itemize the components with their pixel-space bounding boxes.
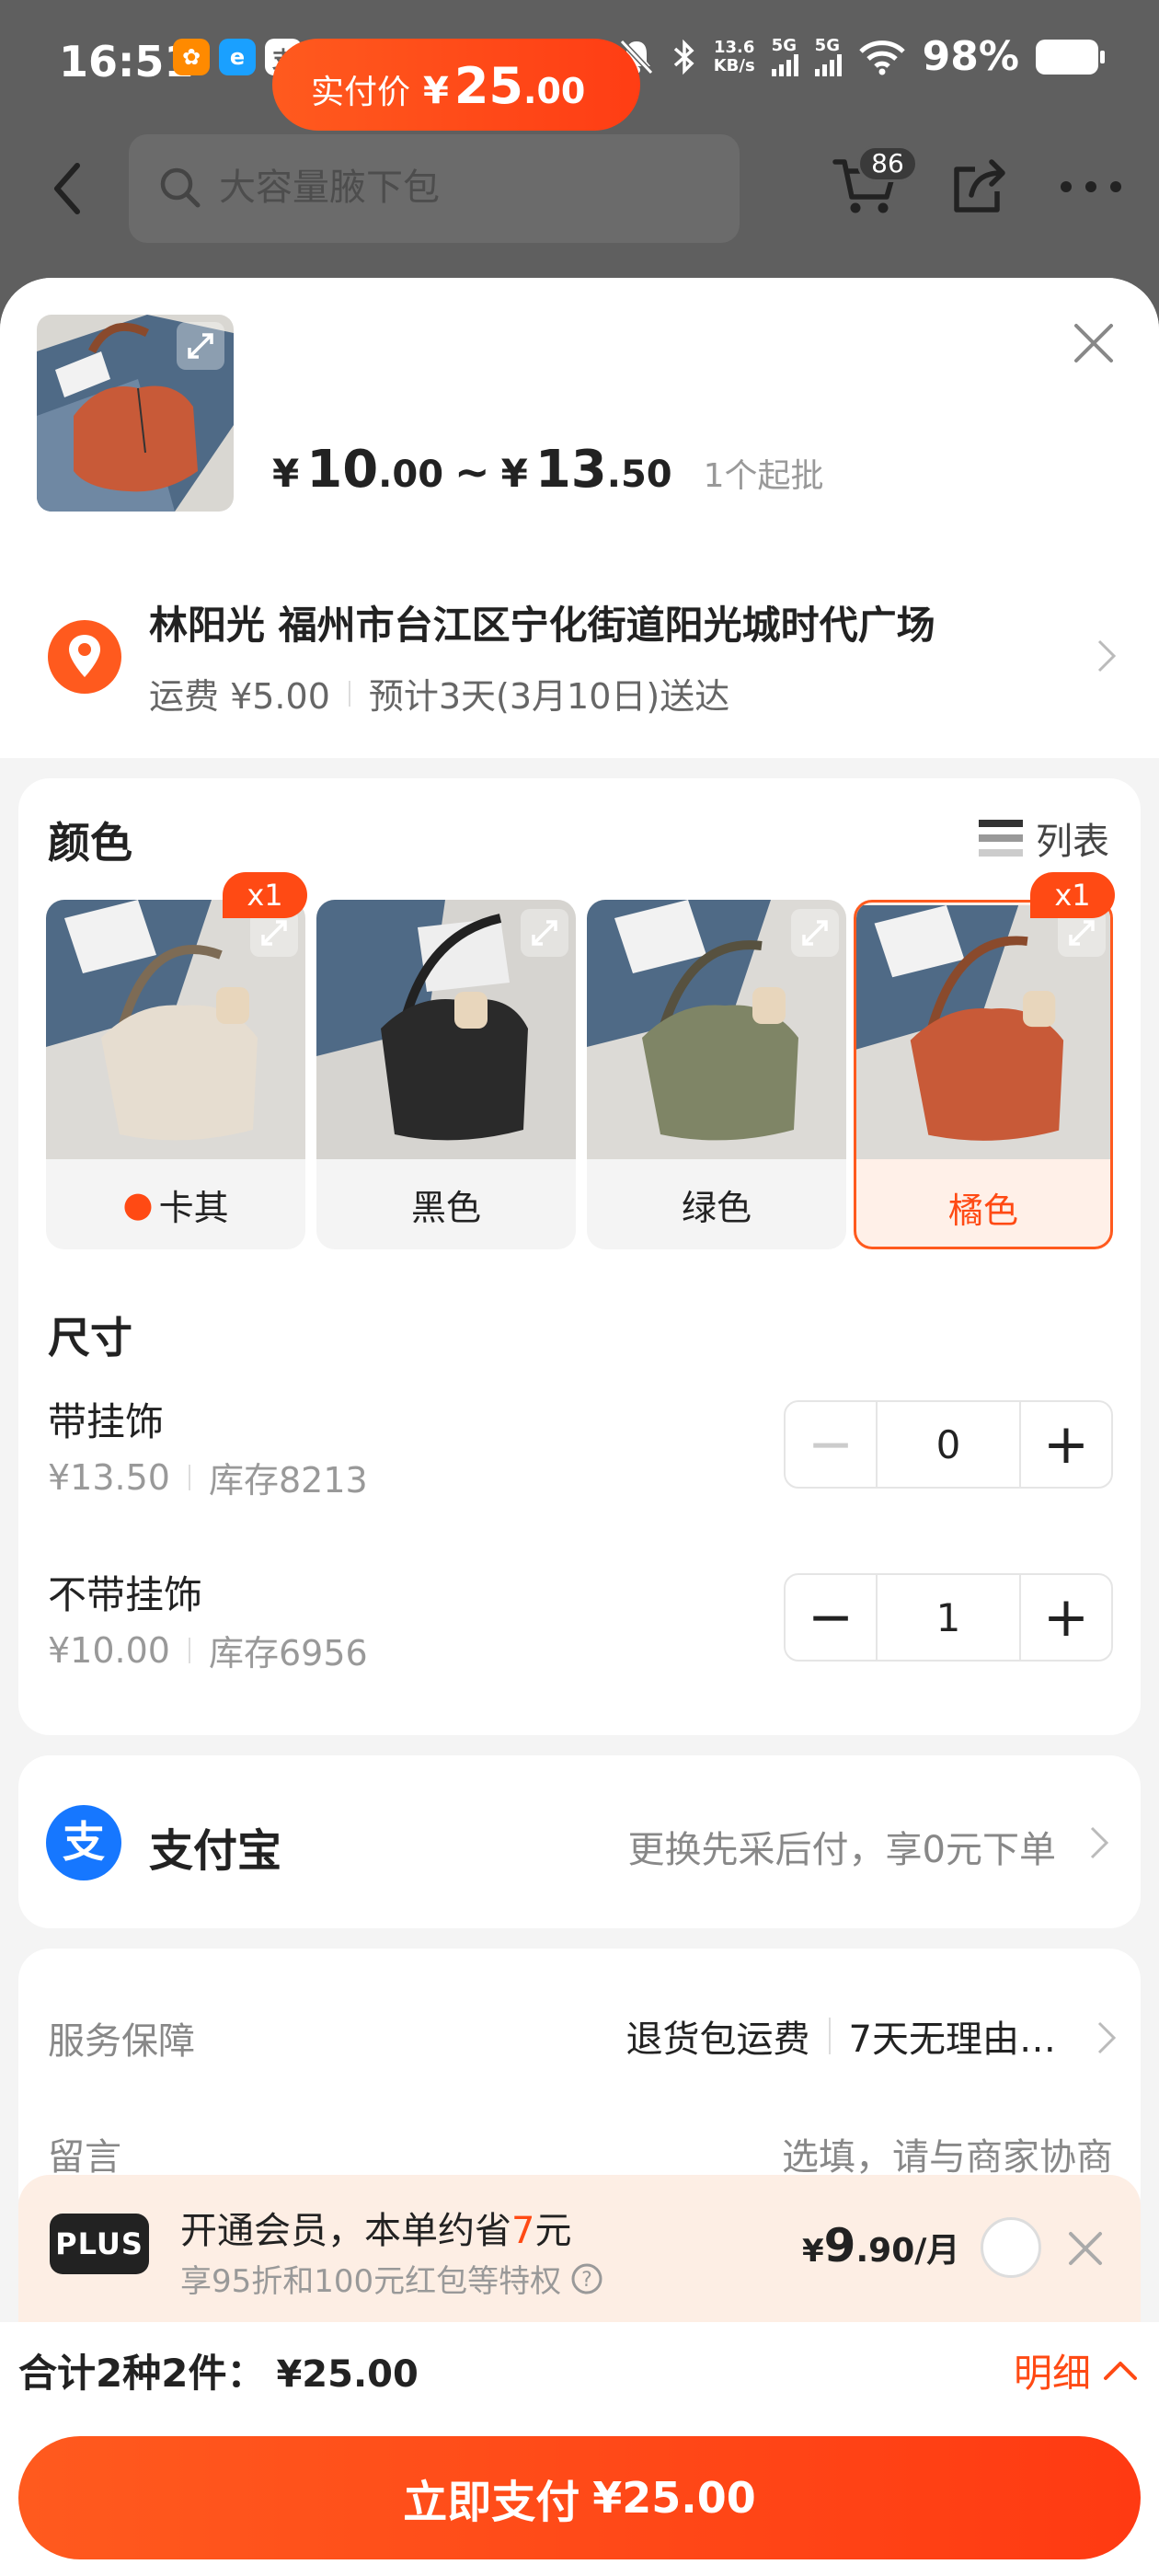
actual-price-pill: 实付价 ¥ 25 .00 [272,39,640,131]
search-icon [160,167,201,208]
color-label: 黑色 [410,1187,481,1228]
plus-title: 开通会员，本单约省7元 [180,2210,572,2252]
divider [188,1464,190,1490]
payment-method: 支付宝 [149,1825,282,1877]
price-range: ¥ 10 .00 ~ ¥ 13 .50 1个起批 [272,440,824,500]
back-arrow-icon[interactable] [46,156,92,221]
size-stock: 库存6956 [208,1633,368,1673]
increment-button[interactable]: + [1021,1575,1111,1660]
bluetooth-icon [673,39,694,75]
color-label: ● 卡其 [122,1184,229,1228]
size-name: 带挂饰 [48,1399,165,1444]
decrement-button[interactable]: − [786,1402,876,1487]
plus-subtitle: 享95折和100元红包等特权 ? [180,2256,603,2301]
close-icon[interactable] [1067,2230,1104,2267]
battery-percent: 98% [922,33,1019,80]
size-price: ¥10.00 [48,1629,170,1671]
chevron-right-icon [1090,1826,1109,1859]
cart-count-badge: 86 [857,145,918,182]
location-pin-icon [48,620,121,694]
list-view-toggle[interactable]: 列表 [979,811,1109,865]
plus-price: ¥ 9 .90/月 [802,2219,960,2272]
shipping-info: 运费 ¥5.00 预计3天(3月10日)送达 [149,668,729,719]
quantity-value[interactable]: 0 [876,1402,1021,1487]
size-name: 不带挂饰 [48,1572,203,1617]
address-name: 林阳光 福州市台江区宁化街道阳光城时代广场 [149,603,935,648]
taobao-shop-icon: ✿ [173,39,210,75]
size-meta: ¥10.00 库存6956 [48,1625,368,1675]
close-icon[interactable] [1073,322,1115,364]
address-card[interactable] [0,550,1159,758]
message-label: 留言 [48,2136,121,2179]
fire-icon: ● [122,1184,154,1225]
net-speed: 13.6 KB/s [713,37,755,75]
svg-text:支: 支 [63,1817,105,1867]
service-values[interactable]: 退货包运费 7天无理由… [626,2009,1056,2063]
selected-count-badge: x1 [1030,872,1115,918]
decrement-button[interactable]: − [786,1575,876,1660]
size-stock: 库存8213 [208,1460,368,1501]
alipay-app-icon: e [219,39,256,75]
help-icon[interactable]: ? [570,2262,603,2295]
share-icon[interactable] [951,156,1008,215]
sim1-signal: 5G [771,37,798,76]
plus-select-radio[interactable] [981,2217,1041,2278]
divider [188,1637,190,1663]
color-title: 颜色 [48,818,132,868]
chevron-right-icon [1097,2021,1117,2054]
selected-count-badge: x1 [223,872,307,918]
status-right: 13.6 KB/s 5G 5G 98% [618,33,1105,80]
chevron-up-icon [1104,2361,1138,2380]
pay-now-button[interactable]: 立即支付 ¥25.00 [18,2436,1141,2559]
sim2-signal: 5G [814,37,842,76]
order-total: 合计2种2件： ¥25.00 [18,2351,419,2396]
wifi-icon [858,40,905,75]
expand-icon[interactable] [177,322,224,370]
increment-button[interactable]: + [1021,1402,1111,1487]
size-price: ¥13.50 [48,1456,170,1498]
size-meta: ¥13.50 库存8213 [48,1452,368,1502]
battery-icon [1036,39,1105,75]
divider [348,680,350,707]
alipay-icon: 支 [46,1805,121,1880]
divider [828,2018,831,2054]
list-icon [979,820,1023,857]
expand-icon[interactable] [791,909,839,957]
more-dots-icon[interactable] [1060,180,1122,193]
service-label: 服务保障 [48,2020,195,2063]
message-input[interactable]: 选填，请与商家协商 [782,2127,1113,2180]
plus-badge: PLUS [50,2214,149,2274]
detail-toggle[interactable]: 明细 [1014,2342,1139,2398]
chevron-right-icon [1097,639,1117,673]
shipping-fee: 运费 ¥5.00 [149,676,330,717]
svg-text:?: ? [581,2269,592,2292]
color-label: 橘色 [947,1190,1018,1231]
payment-hint[interactable]: 更换先采后付，享0元下单 [628,1820,1056,1873]
size-title: 尺寸 [48,1313,132,1363]
search-placeholder: 大容量腋下包 [219,167,440,209]
signal-bars-icon [771,53,798,76]
quantity-value[interactable]: 1 [876,1575,1021,1660]
delivery-eta: 预计3天(3月10日)送达 [368,676,730,717]
quantity-stepper: − 1 + [784,1573,1113,1662]
color-label: 绿色 [681,1187,752,1228]
quantity-stepper: − 0 + [784,1400,1113,1489]
min-order-qty: 1个起批 [703,457,824,495]
signal-bars-icon [814,53,842,76]
expand-icon[interactable] [521,909,568,957]
